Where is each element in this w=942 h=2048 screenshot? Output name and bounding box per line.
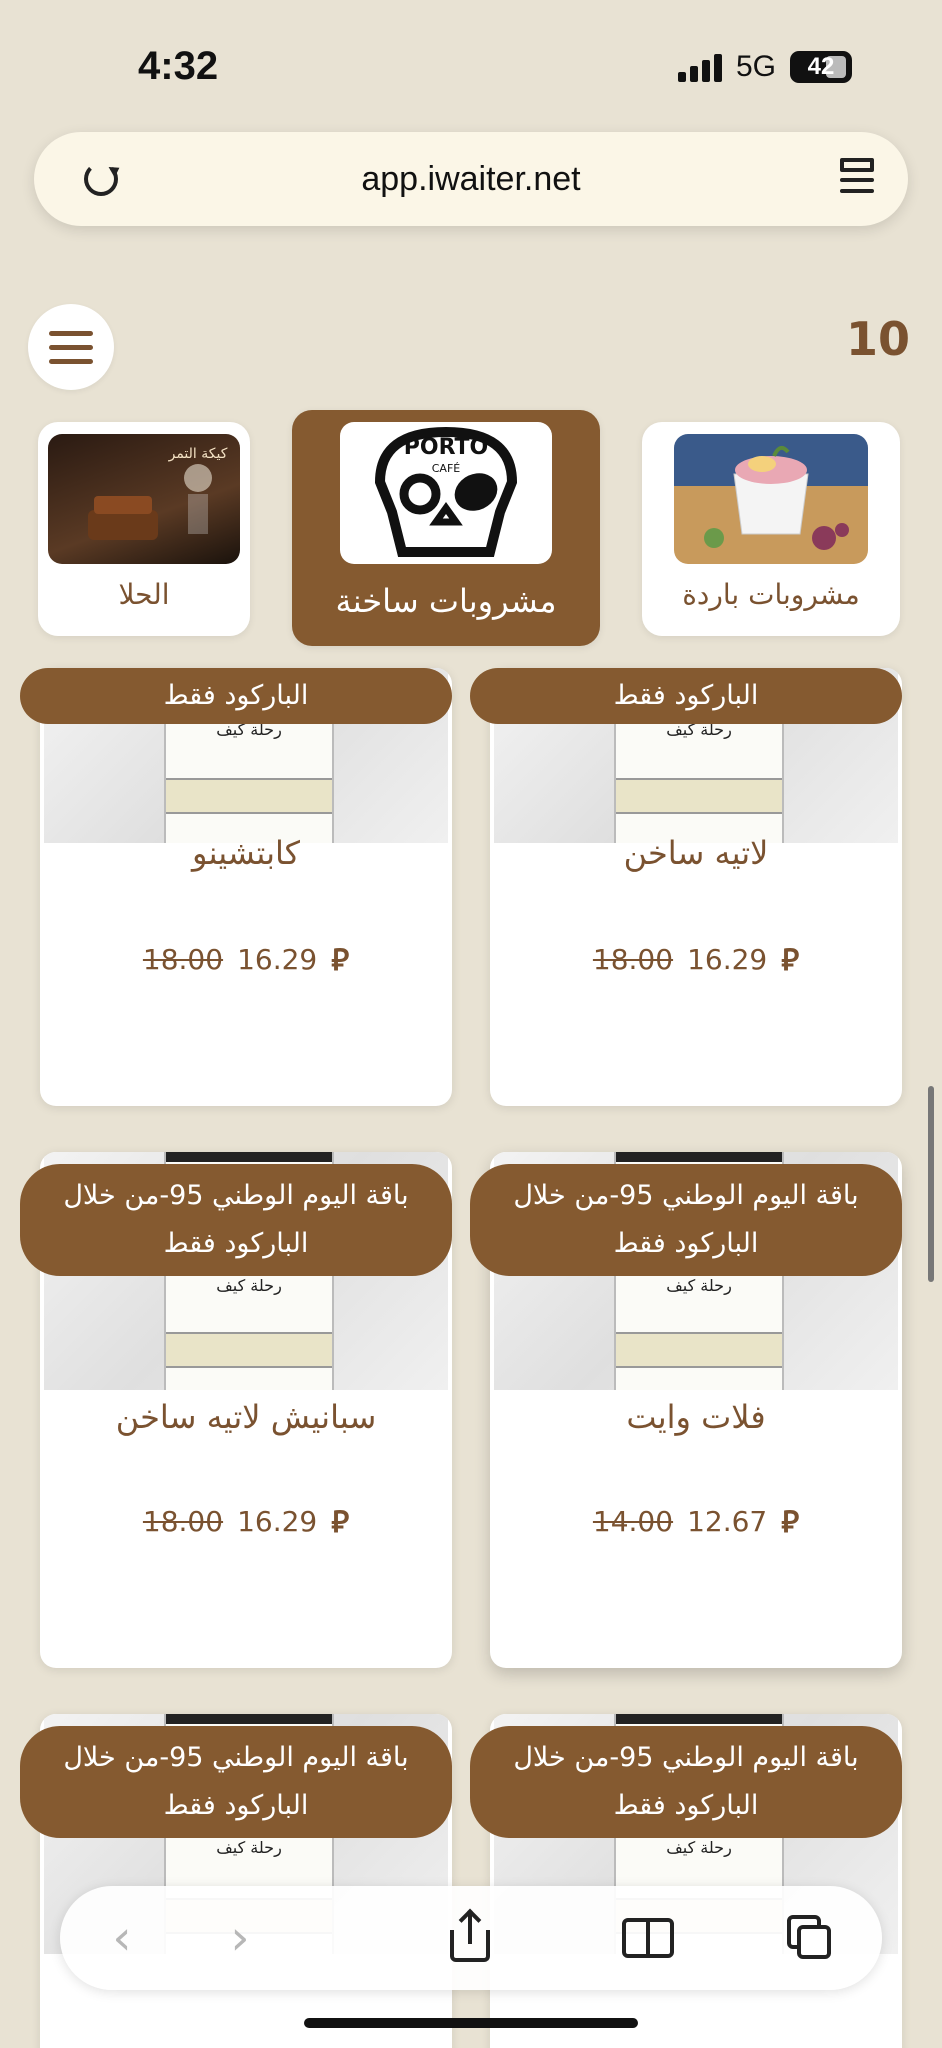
share-button[interactable] bbox=[438, 1886, 502, 1990]
price-row: 18.00 16.29 ⃁ bbox=[490, 940, 902, 979]
chevron-right-icon: › bbox=[230, 1910, 250, 1966]
sale-price: 16.29 bbox=[237, 1505, 318, 1538]
offer-badge: الباركود فقط bbox=[470, 668, 902, 724]
scrollbar-thumb[interactable] bbox=[928, 1086, 934, 1282]
cup-logo-text: رحلة كيف bbox=[216, 1838, 282, 1857]
chevron-left-icon: ‹ bbox=[112, 1910, 132, 1966]
old-price: 18.00 bbox=[142, 943, 224, 976]
category-label: مشروبات باردة bbox=[682, 578, 860, 611]
category-cold-drinks[interactable]: مشروبات باردة bbox=[642, 422, 900, 636]
forward-button[interactable]: › bbox=[208, 1886, 272, 1990]
riyal-icon: ⃁ bbox=[331, 943, 350, 978]
status-time: 4:32 bbox=[138, 44, 219, 88]
old-price: 14.00 bbox=[592, 1505, 674, 1538]
cart-count[interactable]: 10 bbox=[846, 312, 910, 366]
product-name: كابتشينو bbox=[192, 834, 300, 872]
porto-cafe-logo: PORTO CAFÉ bbox=[340, 422, 552, 564]
signal-icon bbox=[677, 52, 722, 82]
cafe-logo-text: CAFÉ bbox=[432, 462, 461, 475]
price-row: 18.00 16.29 ⃁ bbox=[40, 940, 452, 979]
book-icon bbox=[622, 1918, 674, 1958]
status-indicators: 5G 42 bbox=[677, 50, 852, 84]
address-bar[interactable]: app.iwaiter.net bbox=[34, 132, 908, 226]
sale-price: 16.29 bbox=[687, 943, 768, 976]
offer-badge: باقة اليوم الوطني 95-من خلال الباركود فق… bbox=[470, 1164, 902, 1276]
riyal-icon: ⃁ bbox=[781, 943, 800, 978]
dessert-thumb-caption: كيكة التمر bbox=[168, 446, 228, 462]
offer-badge: الباركود فقط bbox=[20, 668, 452, 724]
sale-price: 16.29 bbox=[237, 943, 318, 976]
product-name: فلات وايت bbox=[626, 1398, 766, 1436]
offer-badge: باقة اليوم الوطني 95-من خلال الباركود فق… bbox=[470, 1726, 902, 1838]
category-hot-drinks[interactable]: PORTO CAFÉ مشروبات ساخنة bbox=[292, 410, 600, 646]
share-icon bbox=[450, 1914, 490, 1962]
cup-logo-text: رحلة كيف bbox=[216, 1276, 282, 1295]
home-indicator[interactable] bbox=[304, 2018, 638, 2028]
cold-drink-image bbox=[674, 434, 868, 564]
bookmarks-button[interactable] bbox=[608, 1886, 688, 1990]
category-desserts[interactable]: كيكة التمر الحلا bbox=[38, 422, 250, 636]
status-bar: 4:32 5G 42 bbox=[0, 0, 942, 130]
cup-logo-text: رحلة كيف bbox=[666, 1838, 732, 1857]
product-card[interactable]: رحلة كيف لاتيه ساخن 18.00 16.29 ⃁ bbox=[490, 668, 902, 1106]
sale-price: 12.67 bbox=[687, 1505, 768, 1538]
riyal-icon: ⃁ bbox=[781, 1505, 800, 1540]
battery-icon: 42 bbox=[790, 51, 852, 83]
old-price: 18.00 bbox=[592, 943, 674, 976]
network-label: 5G bbox=[735, 50, 776, 83]
dessert-image: كيكة التمر bbox=[48, 434, 240, 564]
hamburger-icon bbox=[49, 330, 93, 336]
menu-button[interactable] bbox=[28, 304, 114, 390]
tabs-icon bbox=[787, 1915, 833, 1961]
product-card[interactable]: رحلة كيف كابتشينو 18.00 16.29 ⃁ bbox=[40, 668, 452, 1106]
category-label: الحلا bbox=[118, 578, 170, 611]
price-row: 14.00 12.67 ⃁ bbox=[490, 1502, 902, 1541]
offer-badge: باقة اليوم الوطني 95-من خلال الباركود فق… bbox=[20, 1726, 452, 1838]
url-text[interactable]: app.iwaiter.net bbox=[361, 160, 580, 199]
tabs-button[interactable] bbox=[778, 1886, 842, 1990]
browser-toolbar: ‹ › bbox=[60, 1886, 882, 1990]
reload-icon[interactable] bbox=[84, 162, 118, 196]
battery-level: 42 bbox=[807, 53, 835, 80]
price-row: 18.00 16.29 ⃁ bbox=[40, 1502, 452, 1541]
product-name: لاتيه ساخن bbox=[623, 834, 769, 872]
porto-logo-text: PORTO bbox=[404, 435, 489, 460]
reader-mode-icon[interactable] bbox=[840, 158, 874, 198]
riyal-icon: ⃁ bbox=[331, 1505, 350, 1540]
offer-badge: باقة اليوم الوطني 95-من خلال الباركود فق… bbox=[20, 1164, 452, 1276]
product-name: سبانيش لاتيه ساخن bbox=[115, 1398, 377, 1436]
old-price: 18.00 bbox=[142, 1505, 224, 1538]
back-button[interactable]: ‹ bbox=[90, 1886, 154, 1990]
cup-logo-text: رحلة كيف bbox=[666, 1276, 732, 1295]
category-label: مشروبات ساخنة bbox=[335, 582, 557, 620]
